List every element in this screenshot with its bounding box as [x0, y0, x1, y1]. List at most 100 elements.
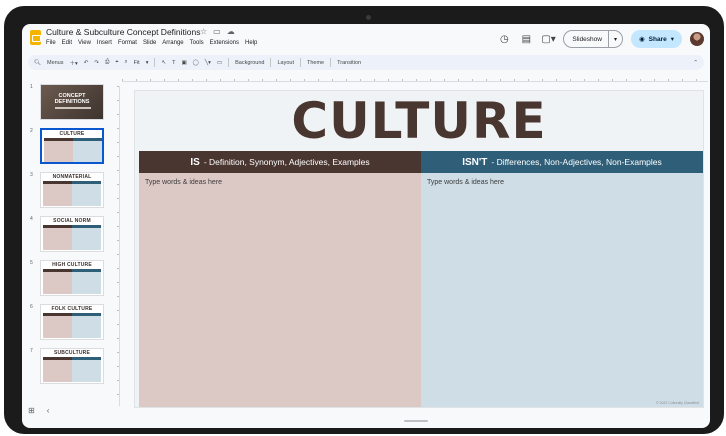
star-icon[interactable]: ☆: [200, 27, 207, 36]
thumbnail-left-column: [43, 316, 72, 338]
meet-icon[interactable]: ▢▾: [541, 34, 555, 45]
menu-edit[interactable]: Edit: [62, 40, 72, 46]
thumbnail-subtitle-line: [55, 107, 91, 109]
slide-thumbnail-5[interactable]: HIGH CULTURE: [40, 260, 104, 296]
avatar[interactable]: [690, 32, 704, 46]
print-icon[interactable]: ⎙: [105, 59, 109, 66]
menu-arrange[interactable]: Arrange: [162, 40, 183, 46]
menu-slide[interactable]: Slide: [143, 40, 156, 46]
chevron-left-icon[interactable]: ‹: [47, 406, 50, 415]
line-icon[interactable]: ╲▾: [205, 60, 211, 66]
thumbnail-right-column: [72, 184, 101, 206]
menu-help[interactable]: Help: [245, 40, 257, 46]
webcam: [366, 15, 371, 20]
thumbnail-left-column: [43, 360, 72, 382]
is-header-text: - Definition, Synonym, Adjectives, Examp…: [203, 157, 370, 167]
isnt-placeholder-text[interactable]: Type words & ideas here: [427, 179, 504, 186]
chevron-down-icon[interactable]: ▾: [607, 31, 622, 47]
menu-format[interactable]: Format: [118, 40, 137, 46]
vertical-ruler[interactable]: [114, 86, 120, 406]
thumbnail-left-column: [43, 272, 72, 294]
folder-move-icon[interactable]: ▭: [213, 27, 221, 36]
title-bar: Culture & Subculture Concept Definitions…: [22, 24, 710, 54]
thumbnail-right-column: [72, 360, 101, 382]
paint-format-icon[interactable]: ⌖: [115, 59, 118, 66]
horizontal-ruler[interactable]: [122, 76, 708, 82]
slideshow-button[interactable]: Slideshow ▾: [563, 30, 623, 48]
is-column-header[interactable]: IS - Definition, Synonym, Adjectives, Ex…: [139, 151, 421, 173]
slide-number: 1: [30, 84, 33, 90]
search-menus[interactable]: Menus: [47, 60, 64, 66]
slide-thumbnail-6[interactable]: FOLK CULTURE: [40, 304, 104, 340]
menu-file[interactable]: File: [46, 40, 56, 46]
thumbnail-left-column: [44, 141, 73, 162]
thumbnail-right-column: [73, 141, 102, 162]
thumbnail-title: HIGH CULTURE: [52, 262, 92, 268]
thumbnail-title: CULTURE: [59, 131, 85, 137]
new-slide-icon[interactable]: ＋▾: [70, 59, 78, 67]
globe-icon: ◉: [638, 36, 645, 43]
slides-logo-icon[interactable]: [30, 30, 41, 45]
layout-button[interactable]: Layout: [277, 60, 294, 66]
menu-view[interactable]: View: [78, 40, 91, 46]
title-icons: ☆ ▭ ☁: [200, 27, 235, 36]
thumbnail-right-column: [72, 272, 101, 294]
divider: [154, 58, 156, 67]
menu-tools[interactable]: Tools: [190, 40, 204, 46]
slide-thumbnail-2[interactable]: CULTURE: [40, 128, 104, 164]
thumbnail-title: SOCIAL NORM: [53, 218, 91, 224]
slide-thumbnail-3[interactable]: NONMATERIAL: [40, 172, 104, 208]
thumbnail-left-column: [43, 184, 72, 206]
shape-icon[interactable]: ◯: [193, 60, 199, 66]
zoom-icon[interactable]: ⌕: [125, 59, 128, 66]
thumbnail-left-column: [43, 228, 72, 250]
isnt-column-header[interactable]: ISN'T - Differences, Non-Adjectives, Non…: [421, 151, 703, 173]
is-header-bold: IS: [190, 156, 200, 168]
thumbnail-title: NONMATERIAL: [52, 174, 92, 180]
search-icon[interactable]: 🔍︎: [34, 60, 41, 66]
theme-button[interactable]: Theme: [307, 60, 324, 66]
toolbar: 🔍︎ Menus ＋▾ ↶ ↷ ⎙ ⌖ ⌕ Fit ▾ ↖ T ▣ ◯ ╲▾ ▭…: [28, 55, 704, 70]
slideshow-label: Slideshow: [572, 35, 602, 43]
slide-thumbnail-4[interactable]: SOCIAL NORM: [40, 216, 104, 252]
filmstrip-controls: ⊞ ‹: [28, 406, 49, 415]
slide-canvas[interactable]: CULTURE IS - Definition, Synonym, Adject…: [134, 90, 704, 408]
grid-view-icon[interactable]: ⊞: [28, 406, 35, 415]
chevron-down-icon[interactable]: ▾: [146, 60, 149, 66]
comments-icon[interactable]: ▤: [519, 34, 533, 45]
speaker-notes-handle[interactable]: [404, 420, 428, 422]
document-title[interactable]: Culture & Subculture Concept Definitions: [46, 27, 201, 37]
image-icon[interactable]: ▣: [181, 60, 186, 66]
slide-title[interactable]: CULTURE: [135, 93, 703, 149]
isnt-text-box[interactable]: Type words & ideas here: [421, 173, 703, 407]
comment-add-icon[interactable]: ▭: [217, 60, 222, 66]
history-icon[interactable]: ◷: [497, 34, 511, 45]
isnt-header-text: - Differences, Non-Adjectives, Non-Examp…: [491, 157, 662, 167]
copyright-credit: © 2022 Culturally Classified: [655, 401, 699, 405]
redo-icon[interactable]: ↷: [94, 60, 99, 66]
menu-extensions[interactable]: Extensions: [210, 40, 239, 46]
transition-button[interactable]: Transition: [337, 60, 361, 66]
share-button[interactable]: ◉ Share ▾: [630, 30, 682, 48]
is-text-box[interactable]: Type words & ideas here: [139, 173, 421, 407]
menu-insert[interactable]: Insert: [97, 40, 112, 46]
zoom-select[interactable]: Fit: [134, 60, 140, 66]
isnt-header-bold: ISN'T: [462, 156, 488, 168]
slide-thumbnail-1[interactable]: CONCEPT DEFINITIONS: [40, 84, 104, 120]
share-label: Share: [648, 35, 667, 43]
is-placeholder-text[interactable]: Type words & ideas here: [145, 179, 222, 186]
background-button[interactable]: Background: [235, 60, 264, 66]
slide-number: 6: [30, 304, 33, 310]
divider: [270, 58, 272, 67]
undo-icon[interactable]: ↶: [84, 60, 89, 66]
divider: [299, 58, 301, 67]
slide-number: 4: [30, 216, 33, 222]
slides-app-window: Culture & Subculture Concept Definitions…: [22, 24, 710, 428]
thumbnail-right-column: [72, 228, 101, 250]
cloud-saved-icon[interactable]: ☁: [227, 27, 235, 36]
select-icon[interactable]: ↖: [161, 60, 166, 66]
text-box-icon[interactable]: T: [172, 60, 175, 66]
slide-thumbnail-7[interactable]: SUBCULTURE: [40, 348, 104, 384]
chevron-up-icon[interactable]: ⌃: [693, 60, 698, 66]
thumbnail-title: SUBCULTURE: [53, 350, 91, 356]
